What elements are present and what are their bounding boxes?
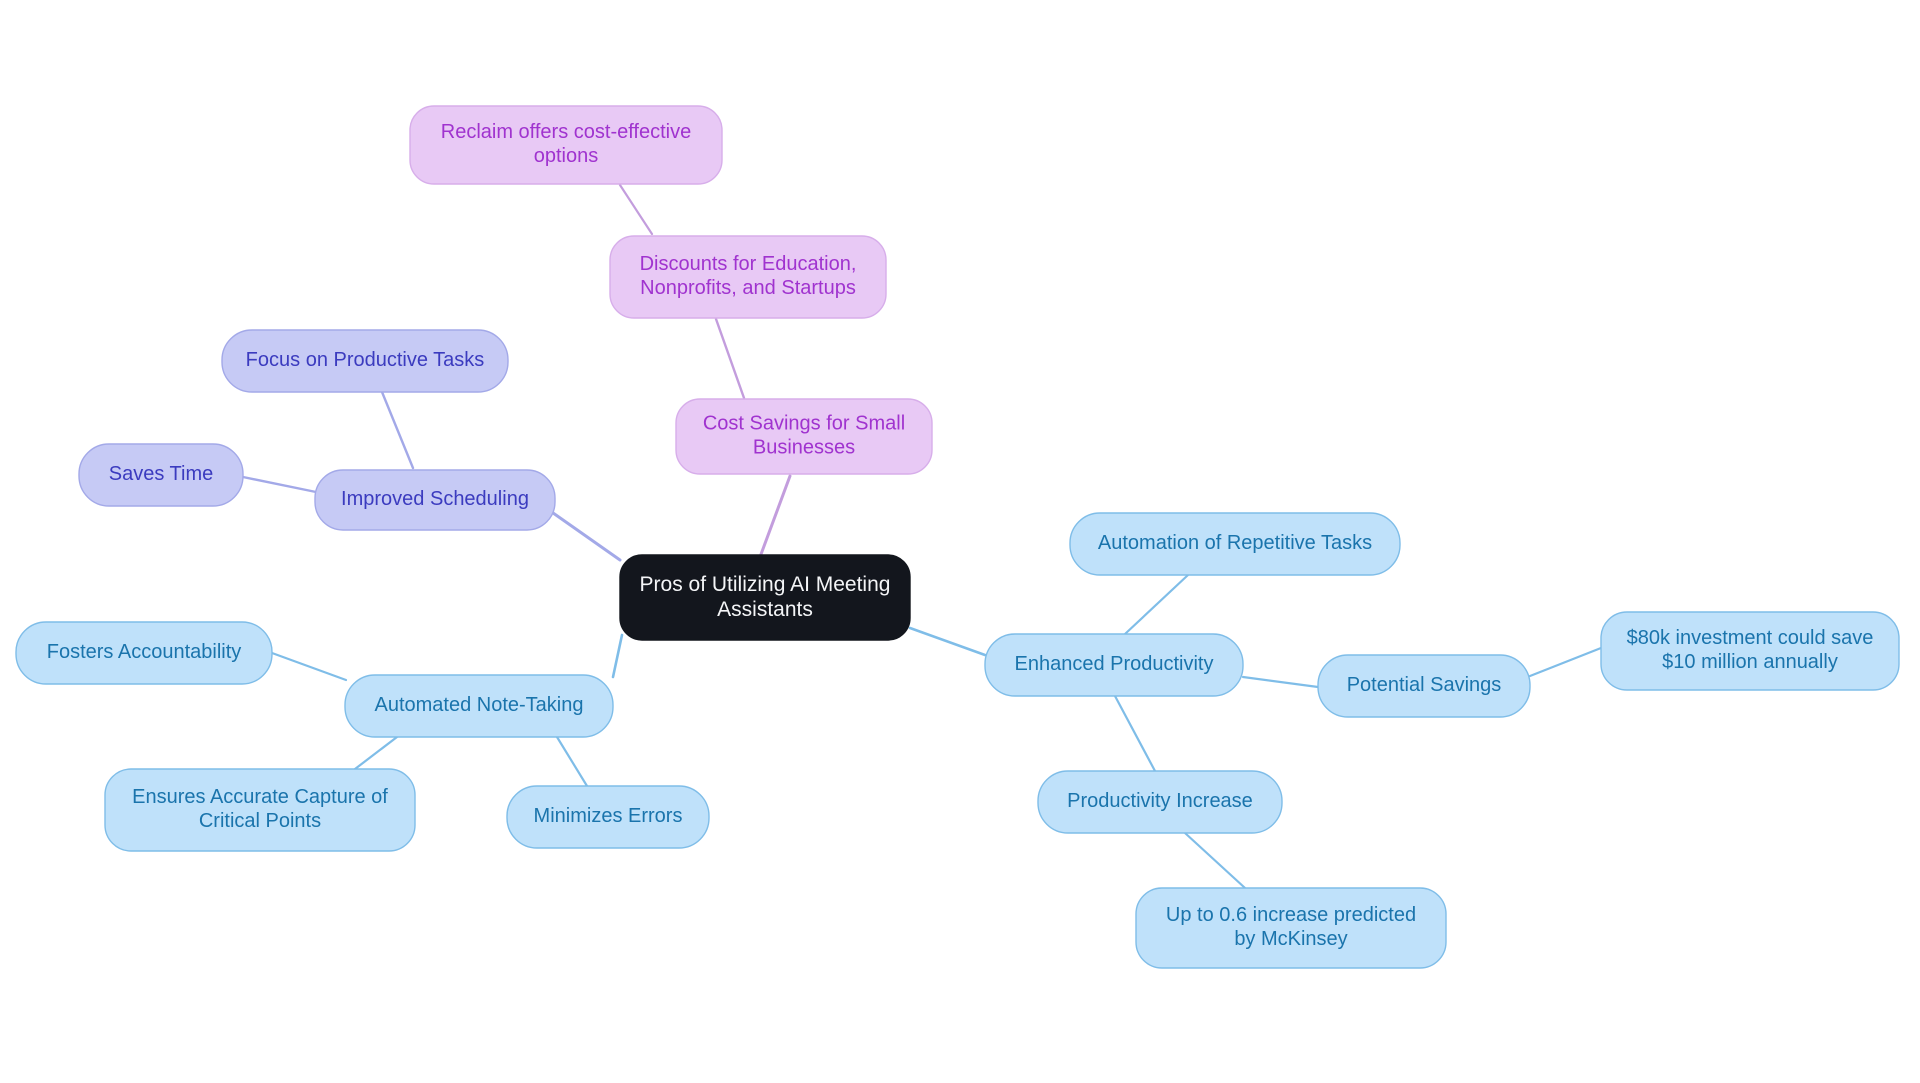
node-label-line: by McKinsey [1234, 928, 1347, 950]
mindmap-node[interactable]: Minimizes Errors [506, 785, 710, 849]
node-label: Saves Time [109, 463, 213, 485]
mindmap-svg: Pros of Utilizing AI Meeting Assistants Co… [15, 105, 1900, 969]
node-label: Productivity Increase [1067, 790, 1253, 812]
mindmap-node[interactable]: Saves Time [78, 443, 244, 507]
node-label-line: Pros of Utilizing AI Meeting [640, 573, 891, 596]
mindmap-edge [1528, 646, 1603, 678]
node-label: Potential Savings [1347, 674, 1502, 696]
node-label: Enhanced Productivity [1014, 653, 1213, 675]
mindmap-edge [241, 475, 318, 494]
mindmap-edge [1113, 694, 1157, 773]
mindmap-node[interactable]: Automated Note-Taking [344, 674, 614, 738]
node-label-line: Reclaim offers cost-effective [441, 121, 691, 143]
mindmap-node[interactable]: Improved Scheduling [314, 469, 556, 531]
mindmap-node[interactable]: Fosters Accountability [15, 621, 273, 685]
node-label-line: Discounts for Education, [640, 253, 857, 275]
mindmap-edge [544, 506, 622, 562]
mindmap-edge [353, 735, 399, 771]
node-label-line: Critical Points [199, 810, 321, 832]
node-label: Automation of Repetitive Tasks [1098, 532, 1372, 554]
mindmap-edge [611, 633, 624, 679]
node-label-line: options [534, 145, 599, 167]
mindmap-edge [908, 626, 987, 657]
mindmap-node[interactable]: $80k investment could save $10 million an… [1600, 611, 1900, 691]
node-label-line: Nonprofits, and Startups [640, 277, 856, 299]
mindmap-node[interactable]: Reclaim offers cost-effective options [409, 105, 723, 185]
mindmap-edge [270, 651, 348, 682]
nodes-layer: Pros of Utilizing AI Meeting Assistants Co… [15, 105, 1900, 969]
mindmap-edge [380, 390, 415, 470]
node-label-line: Enhanced Productivity [1014, 653, 1213, 675]
node-label: Improved Scheduling [341, 488, 529, 510]
mindmap-node[interactable]: Ensures Accurate Capture of Critical Poin… [104, 768, 416, 852]
node-label-line: Improved Scheduling [341, 488, 529, 510]
mindmap-edge [1241, 675, 1320, 689]
mindmap-node[interactable]: Focus on Productive Tasks [221, 329, 509, 393]
mindmap-edge [758, 474, 792, 559]
node-label: Fosters Accountability [47, 641, 242, 663]
node-label-line: Ensures Accurate Capture of [132, 786, 388, 808]
node-label-line: Productivity Increase [1067, 790, 1253, 812]
node-label: Automated Note-Taking [374, 694, 583, 716]
node-label-line: Fosters Accountability [47, 641, 242, 663]
mindmap-node[interactable]: Cost Savings for Small Businesses [675, 398, 933, 475]
node-label-line: Saves Time [109, 463, 213, 485]
mindmap-edge [618, 183, 654, 236]
mindmap-canvas-container: Pros of Utilizing AI Meeting Assistants Co… [0, 0, 1920, 1083]
mindmap-root-node[interactable]: Pros of Utilizing AI Meeting Assistants [619, 554, 911, 641]
mindmap-node[interactable]: Automation of Repetitive Tasks [1069, 512, 1401, 576]
mindmap-edge [555, 735, 589, 788]
node-label-line: Up to 0.6 increase predicted [1166, 904, 1416, 926]
node-label: Focus on Productive Tasks [246, 349, 485, 371]
node-label-line: Cost Savings for Small [703, 413, 905, 435]
mindmap-edge [714, 317, 746, 400]
mindmap-node[interactable]: Potential Savings [1317, 654, 1531, 718]
mindmap-node[interactable]: Enhanced Productivity [984, 633, 1244, 697]
node-label-line: Automated Note-Taking [374, 694, 583, 716]
node-label-line: Automation of Repetitive Tasks [1098, 532, 1372, 554]
mindmap-edge [1123, 573, 1190, 636]
node-label: Minimizes Errors [534, 805, 683, 827]
node-label-line: $80k investment could save [1627, 627, 1874, 649]
mindmap-node[interactable]: Productivity Increase [1037, 770, 1283, 834]
node-label-line: Businesses [753, 437, 855, 459]
node-label-line: Minimizes Errors [534, 805, 683, 827]
mindmap-node[interactable]: Discounts for Education, Nonprofits, and … [609, 235, 887, 319]
node-label-line: Potential Savings [1347, 674, 1502, 696]
node-label-line: Focus on Productive Tasks [246, 349, 485, 371]
mindmap-node[interactable]: Up to 0.6 increase predicted by McKinsey [1135, 887, 1447, 969]
node-label-line: $10 million annually [1662, 651, 1838, 673]
mindmap-edge [1183, 831, 1247, 890]
node-label-line: Assistants [717, 598, 813, 621]
